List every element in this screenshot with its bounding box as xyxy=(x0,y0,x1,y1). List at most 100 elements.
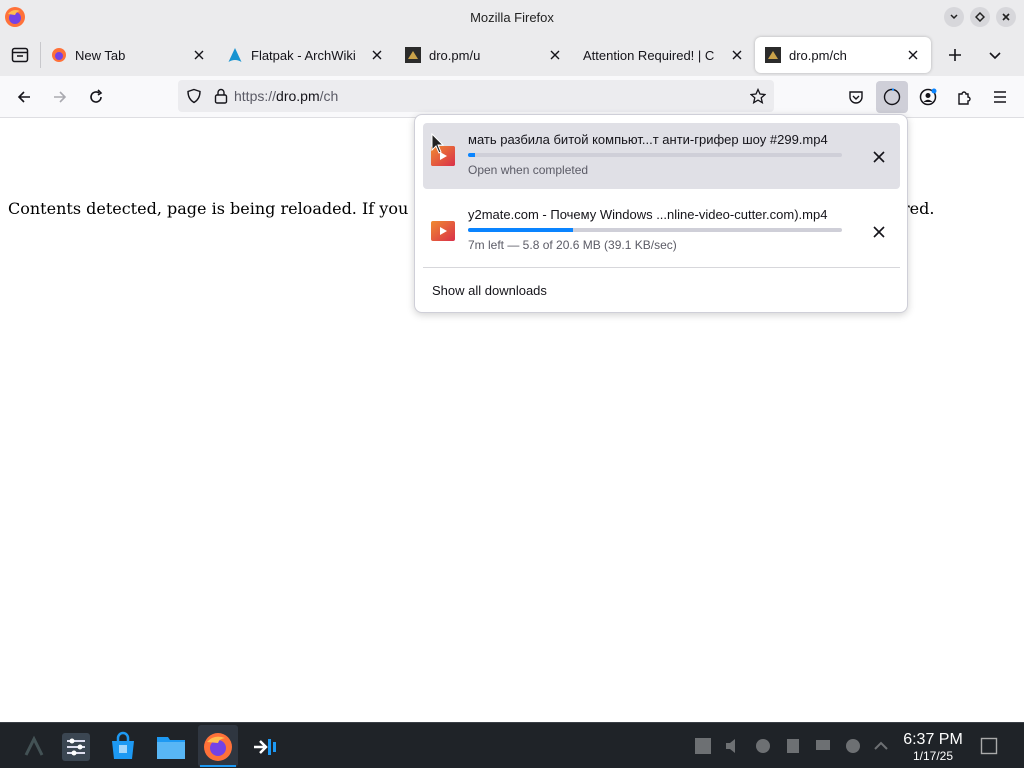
tab-bar: New Tab Flatpak - ArchWiki dro.pm/u Atte… xyxy=(0,34,1024,76)
account-icon xyxy=(919,88,937,106)
firefox-icon xyxy=(52,48,66,62)
list-all-tabs-button[interactable] xyxy=(979,39,1011,71)
download-status: Open when completed xyxy=(468,163,589,177)
firefox-view-button[interactable] xyxy=(0,34,40,76)
chevron-up-icon[interactable] xyxy=(872,737,890,755)
chevron-down-icon xyxy=(950,14,958,20)
app-launcher-icon[interactable] xyxy=(18,731,50,763)
display-icon[interactable] xyxy=(814,737,832,755)
pocket-icon xyxy=(849,91,863,104)
close-window-button[interactable] xyxy=(996,7,1016,27)
dro-pm-icon xyxy=(765,47,781,63)
plus-icon xyxy=(949,49,961,61)
tab-flatpak-archwiki[interactable]: Flatpak - ArchWiki xyxy=(217,37,395,73)
tab-label: Attention Required! | C xyxy=(583,47,715,63)
chevron-down-icon xyxy=(989,52,1001,60)
tab-label: New Tab xyxy=(75,47,126,63)
pocket-button[interactable] xyxy=(840,81,872,113)
system-settings-icon[interactable] xyxy=(60,731,92,763)
firefox-view-icon xyxy=(11,47,29,63)
desktop: { "window": {"title": "Mozilla Firefox"}… xyxy=(0,0,1024,768)
back-button[interactable] xyxy=(8,81,40,113)
clock-time[interactable]: 6:37 PM xyxy=(896,731,970,749)
firefox-logo-icon xyxy=(5,7,25,27)
notifications-icon[interactable] xyxy=(754,737,772,755)
clipboard-icon[interactable] xyxy=(784,737,802,755)
show-all-downloads-button[interactable]: Show all downloads xyxy=(423,275,900,305)
download-progress-icon xyxy=(883,88,901,106)
tab-close-icon[interactable] xyxy=(905,47,921,63)
arrow-left-icon xyxy=(17,91,30,103)
video-file-icon xyxy=(431,221,455,241)
url-text[interactable]: https://dro.pm/ch xyxy=(234,88,338,104)
download-filename: y2mate.com - Почему Windows ...nline-vid… xyxy=(468,207,828,222)
downloads-panel: мать разбила битой компьют...т анти-гриф… xyxy=(414,114,908,313)
tab-dro-pm-u[interactable]: dro.pm/u xyxy=(395,37,573,73)
close-icon xyxy=(1002,13,1010,21)
download-status: 7m left — 5.8 of 20.6 MB (39.1 KB/sec) xyxy=(468,238,677,252)
taskbar-active-firefox[interactable] xyxy=(198,725,238,767)
reload-icon xyxy=(90,89,103,103)
downloads-button[interactable] xyxy=(876,81,908,113)
download-item[interactable]: мать разбила битой компьют...т анти-гриф… xyxy=(423,123,900,189)
close-icon xyxy=(873,151,885,163)
url-scheme: https:// xyxy=(234,88,277,104)
dro-pm-icon xyxy=(405,47,421,63)
tab-new-tab[interactable]: New Tab xyxy=(41,37,217,73)
mouse-cursor-icon xyxy=(431,133,445,154)
cancel-download-button[interactable] xyxy=(869,147,889,167)
tab-dro-pm-ch[interactable]: dro.pm/ch xyxy=(755,37,931,73)
arrow-right-icon xyxy=(54,91,67,103)
clock-date[interactable]: 1/17/25 xyxy=(896,749,970,763)
show-desktop-icon[interactable] xyxy=(980,737,998,755)
file-manager-icon[interactable] xyxy=(155,731,187,763)
tab-label: dro.pm/ch xyxy=(789,47,847,63)
page-message-start: Contents detected, page is being reloade… xyxy=(8,199,429,218)
volume-muted-icon[interactable] xyxy=(724,737,742,755)
kde-connect-icon[interactable] xyxy=(250,731,282,763)
tab-label: dro.pm/u xyxy=(429,47,481,63)
lock-icon[interactable] xyxy=(214,88,228,104)
tab-attention-required[interactable]: Attention Required! | C xyxy=(573,37,755,73)
window-title: Mozilla Firefox xyxy=(470,9,554,25)
shield-icon[interactable] xyxy=(186,88,202,104)
archlinux-icon xyxy=(228,48,242,62)
tab-close-icon[interactable] xyxy=(729,47,745,63)
extensions-button[interactable] xyxy=(948,81,980,113)
url-bar[interactable]: https://dro.pm/ch xyxy=(178,80,774,112)
updates-icon[interactable] xyxy=(844,737,862,755)
download-progress-bar xyxy=(468,228,842,232)
minimize-button[interactable] xyxy=(944,7,964,27)
software-store-icon[interactable] xyxy=(107,731,139,763)
download-item[interactable]: y2mate.com - Почему Windows ...nline-vid… xyxy=(423,198,900,264)
close-icon xyxy=(873,226,885,238)
forward-button[interactable] xyxy=(44,81,76,113)
panel-divider xyxy=(423,267,900,268)
cancel-download-button[interactable] xyxy=(869,222,889,242)
network-icon[interactable] xyxy=(694,737,712,755)
page-message: Contents detected, page is being reloade… xyxy=(8,199,934,218)
active-indicator xyxy=(200,765,236,767)
tab-close-icon[interactable] xyxy=(191,47,207,63)
tab-close-icon[interactable] xyxy=(547,47,563,63)
url-path: /ch xyxy=(319,88,339,104)
tab-label: Flatpak - ArchWiki xyxy=(251,47,356,63)
tab-close-icon[interactable] xyxy=(369,47,385,63)
reload-button[interactable] xyxy=(80,81,112,113)
taskbar xyxy=(0,722,1024,768)
puzzle-icon xyxy=(958,91,971,105)
window-titlebar: Mozilla Firefox xyxy=(0,0,1024,34)
diamond-icon xyxy=(975,12,985,22)
account-button[interactable] xyxy=(912,81,944,113)
new-tab-button[interactable] xyxy=(939,39,971,71)
app-menu-button[interactable] xyxy=(984,81,1016,113)
url-host: dro.pm xyxy=(276,88,320,104)
firefox-icon xyxy=(204,733,232,761)
star-icon[interactable] xyxy=(750,88,766,104)
download-filename: мать разбила битой компьют...т анти-гриф… xyxy=(468,132,828,147)
hamburger-menu-icon xyxy=(994,91,1006,103)
maximize-button[interactable] xyxy=(970,7,990,27)
download-progress-fill xyxy=(468,228,573,232)
navigation-toolbar: https://dro.pm/ch xyxy=(0,76,1024,118)
download-progress-bar xyxy=(468,153,842,157)
